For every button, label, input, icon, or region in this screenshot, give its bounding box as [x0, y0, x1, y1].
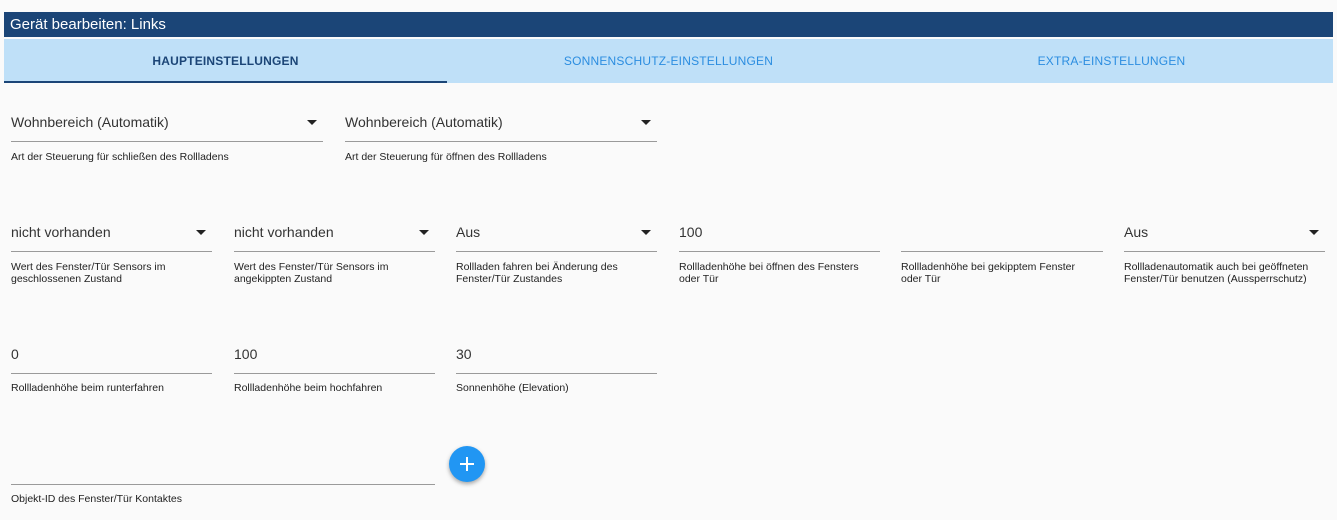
sun-elevation-value: 30	[456, 346, 472, 362]
field-underline	[456, 251, 657, 252]
dialog-title: Gerät bearbeiten: Links	[4, 12, 1333, 37]
tab-haupteinstellungen[interactable]: HAUPTEINSTELLUNGEN	[4, 39, 447, 83]
lockout-protection-select[interactable]: Aus Rollladenautomatik auch bei geöffnet…	[1124, 222, 1325, 292]
height-up-value: 100	[234, 346, 258, 362]
height-on-open-input[interactable]: 100 Rollladenhöhe bei öffnen des Fenster…	[679, 222, 880, 292]
height-on-open-value: 100	[679, 224, 703, 240]
field-underline	[679, 251, 880, 252]
sensor-tilted-value: nicht vorhanden	[234, 224, 334, 240]
tab-extra-einstellungen[interactable]: EXTRA-EINSTELLUNGEN	[890, 39, 1333, 83]
tab-bar: HAUPTEINSTELLUNGEN SONNENSCHUTZ-EINSTELL…	[4, 39, 1333, 83]
field-underline	[11, 373, 212, 374]
field-underline	[456, 373, 657, 374]
field-underline	[234, 373, 435, 374]
open-control-type-label: Art der Steuerung für öffnen des Rolllad…	[345, 151, 547, 163]
dropdown-arrow-icon[interactable]	[307, 120, 317, 125]
field-underline	[11, 251, 212, 252]
close-control-type-select[interactable]: Wohnbereich (Automatik) Art der Steuerun…	[11, 112, 323, 172]
close-control-type-value: Wohnbereich (Automatik)	[11, 114, 169, 130]
sun-elevation-input[interactable]: 30 Sonnenhöhe (Elevation)	[456, 344, 657, 399]
sensor-closed-value-select[interactable]: nicht vorhanden Wert des Fenster/Tür Sen…	[11, 222, 212, 292]
height-down-label: Rollladenhöhe beim runterfahren	[11, 382, 164, 394]
height-on-open-label: Rollladenhöhe bei öffnen des Fensters od…	[679, 261, 859, 285]
dropdown-arrow-icon[interactable]	[1309, 230, 1319, 235]
sensor-closed-label: Wert des Fenster/Tür Sensors im geschlos…	[11, 261, 166, 285]
dropdown-arrow-icon[interactable]	[419, 230, 429, 235]
sensor-tilted-value-select[interactable]: nicht vorhanden Wert des Fenster/Tür Sen…	[234, 222, 435, 292]
height-up-label: Rollladenhöhe beim hochfahren	[234, 382, 383, 394]
active-tab-indicator	[4, 81, 447, 83]
window-contact-object-id-label: Objekt-ID des Fenster/Tür Kontaktes	[11, 493, 182, 505]
field-underline	[11, 141, 323, 142]
height-on-tilt-label: Rollladenhöhe bei gekipptem Fenster oder…	[901, 261, 1075, 285]
field-underline	[901, 251, 1103, 252]
dropdown-arrow-icon[interactable]	[196, 230, 206, 235]
field-underline	[345, 141, 657, 142]
dropdown-arrow-icon[interactable]	[641, 230, 651, 235]
field-underline	[234, 251, 435, 252]
height-up-input[interactable]: 100 Rollladenhöhe beim hochfahren	[234, 344, 435, 399]
drive-on-change-label: Rollladen fahren bei Änderung des Fenste…	[456, 261, 618, 285]
height-down-input[interactable]: 0 Rollladenhöhe beim runterfahren	[11, 344, 212, 399]
field-underline	[11, 484, 435, 485]
dropdown-arrow-icon[interactable]	[641, 120, 651, 125]
lockout-protection-value: Aus	[1124, 224, 1149, 240]
height-down-value: 0	[11, 346, 19, 362]
height-on-tilt-input[interactable]: Rollladenhöhe bei gekipptem Fenster oder…	[901, 222, 1103, 292]
add-contact-button[interactable]	[449, 446, 485, 482]
open-control-type-value: Wohnbereich (Automatik)	[345, 114, 503, 130]
field-underline	[1124, 251, 1325, 252]
open-control-type-select[interactable]: Wohnbereich (Automatik) Art der Steuerun…	[345, 112, 657, 172]
window-contact-object-id-input[interactable]: Objekt-ID des Fenster/Tür Kontaktes	[11, 464, 435, 509]
sensor-closed-value: nicht vorhanden	[11, 224, 111, 240]
drive-on-change-value: Aus	[456, 224, 481, 240]
sun-elevation-label: Sonnenhöhe (Elevation)	[456, 382, 569, 394]
drive-on-change-select[interactable]: Aus Rollladen fahren bei Änderung des Fe…	[456, 222, 657, 292]
sensor-tilted-label: Wert des Fenster/Tür Sensors im angekipp…	[234, 261, 389, 285]
close-control-type-label: Art der Steuerung für schließen des Roll…	[11, 151, 229, 163]
tab-sonnenschutz-einstellungen[interactable]: SONNENSCHUTZ-EINSTELLUNGEN	[447, 39, 890, 83]
lockout-protection-label: Rollladenautomatik auch bei geöffneten F…	[1124, 261, 1309, 285]
